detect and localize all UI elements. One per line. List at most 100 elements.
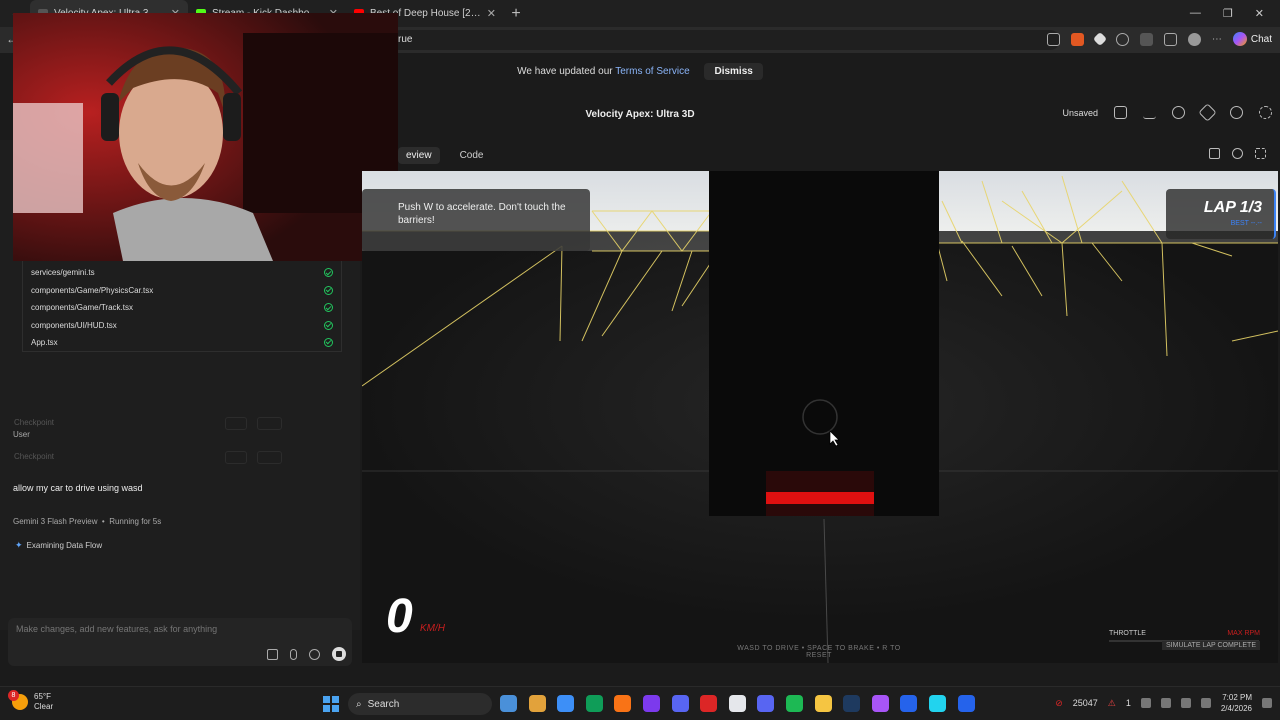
extension-icon[interactable]: [1092, 31, 1107, 47]
dismiss-button[interactable]: Dismiss: [704, 63, 763, 80]
pinned-app-icon[interactable]: [900, 695, 918, 712]
time: 7:02 PM: [1222, 693, 1252, 702]
copilot-icon: [1232, 32, 1247, 46]
pinned-app-icon[interactable]: [728, 695, 746, 712]
volume-icon[interactable]: [1200, 698, 1211, 708]
checkpoint-actions: [225, 417, 283, 430]
checkpoint-restore-button[interactable]: [257, 417, 283, 430]
microphone-icon[interactable]: [1160, 698, 1171, 708]
pinned-app-icon[interactable]: [957, 695, 975, 712]
hide-icon[interactable]: [1259, 106, 1272, 119]
checkpoint-view-button[interactable]: [225, 451, 248, 464]
download-icon[interactable]: [1143, 106, 1156, 119]
file-item[interactable]: components/Game/Track.tsx: [23, 299, 341, 316]
close-window-icon[interactable]: ✕: [1255, 7, 1264, 20]
app-title: Velocity Apex: Ultra 3D: [585, 109, 695, 120]
file-item[interactable]: services/gemini.ts: [23, 264, 341, 281]
pinned-app-icon[interactable]: [757, 695, 775, 712]
weather-condition: Clear: [34, 702, 54, 711]
favorites-icon[interactable]: [1163, 32, 1177, 46]
check-circle-icon: [324, 268, 333, 278]
pinned-app-icon[interactable]: [871, 695, 889, 712]
share-icon[interactable]: [1230, 106, 1243, 119]
user-label: User: [13, 430, 30, 439]
running-time: Running for 5s: [109, 517, 162, 526]
hint-message: Push W to accelerate. Don't touch the ba…: [398, 202, 566, 226]
address-bar[interactable]: rue: [390, 30, 1060, 50]
github-icon[interactable]: [1172, 106, 1185, 119]
check-circle-icon: [324, 320, 333, 330]
alert-count: 1: [1125, 698, 1131, 708]
file-name: components/UI/HUD.tsx: [31, 320, 117, 330]
copilot-chat-button[interactable]: Chat: [1232, 32, 1272, 46]
microphone-icon[interactable]: [290, 648, 297, 660]
checkpoint-restore-button[interactable]: [257, 451, 283, 464]
profile-avatar-icon[interactable]: [1187, 32, 1201, 46]
model-name: Gemini 3 Flash Preview: [13, 517, 98, 526]
refresh-extension-icon[interactable]: [1115, 32, 1129, 46]
save-icon[interactable]: [1114, 106, 1127, 119]
deploy-rocket-icon[interactable]: [1198, 103, 1217, 122]
file-item[interactable]: App.tsx: [23, 334, 341, 351]
magic-wand-icon[interactable]: [267, 648, 278, 660]
file-name: components/Game/PhysicsCar.tsx: [31, 285, 154, 295]
notifications-icon[interactable]: [1262, 698, 1272, 708]
check-circle-icon: [324, 303, 333, 313]
pinned-app-icon[interactable]: [671, 695, 689, 712]
throttle-label: THROTTLE: [1109, 630, 1146, 637]
extension-icon[interactable]: [1070, 32, 1084, 46]
weather-widget[interactable]: 8 65°F Clear: [8, 690, 54, 712]
pinned-app-icon[interactable]: [928, 695, 946, 712]
restore-icon[interactable]: ❐: [1223, 7, 1233, 20]
view-tabs: eview Code: [398, 147, 483, 164]
prompt-input[interactable]: [16, 624, 336, 634]
lap-label: LAP 1/3: [1203, 199, 1262, 216]
pinned-app-icon[interactable]: [814, 695, 832, 712]
extensions-puzzle-icon[interactable]: [1139, 32, 1153, 46]
pinned-app-icon[interactable]: [700, 695, 718, 712]
file-item[interactable]: components/UI/HUD.tsx: [23, 316, 341, 333]
warning-icon[interactable]: ⚠: [1108, 698, 1116, 709]
file-name: App.tsx: [31, 337, 58, 347]
windows-taskbar: 8 65°F Clear ⌕ Search ⊘ 25047 ⚠ 1 7:02 P…: [0, 686, 1280, 720]
sparkle-icon: ✦: [15, 540, 23, 550]
new-tab-icon[interactable]: +: [504, 5, 528, 23]
minimize-icon[interactable]: —: [1190, 7, 1201, 20]
clock[interactable]: 7:02 PM 2/4/2026: [1221, 692, 1252, 714]
add-icon[interactable]: [309, 648, 320, 660]
file-item[interactable]: components/Game/PhysicsCar.tsx: [23, 282, 341, 299]
pinned-app-icon[interactable]: [557, 695, 575, 712]
reload-preview-icon[interactable]: [1232, 148, 1243, 159]
chevron-up-icon[interactable]: [1140, 698, 1151, 708]
wifi-icon[interactable]: [1180, 698, 1191, 708]
favorite-star-icon[interactable]: [1046, 32, 1060, 46]
pinned-app-icon[interactable]: [843, 695, 861, 712]
model-status: Gemini 3 Flash Preview • Running for 5s: [13, 517, 162, 526]
pinned-app-icon[interactable]: [585, 695, 603, 712]
tos-link[interactable]: Terms of Service: [615, 66, 689, 77]
pinned-app-icon[interactable]: [785, 695, 803, 712]
search-label: Search: [367, 698, 400, 710]
pinned-app-icon[interactable]: [642, 695, 660, 712]
stop-button[interactable]: [332, 647, 346, 661]
pinned-app-icon[interactable]: [528, 695, 546, 712]
pinned-app-icon[interactable]: [500, 695, 517, 712]
notification-badge: 8: [8, 690, 19, 701]
tab-close-icon[interactable]: ✕: [487, 7, 496, 20]
checkpoint-view-button[interactable]: [225, 417, 248, 430]
fullscreen-icon[interactable]: [1255, 148, 1266, 159]
start-button-icon[interactable]: [323, 696, 339, 712]
device-preview-icon[interactable]: [1209, 148, 1220, 159]
game-preview-canvas[interactable]: Push W to accelerate. Don't touch the ba…: [362, 171, 1278, 663]
thinking-step[interactable]: ✦ Examining Data Flow: [15, 540, 102, 551]
taskbar-search[interactable]: ⌕ Search: [348, 693, 492, 715]
pinned-app-icon[interactable]: [614, 695, 632, 712]
speedometer-value: 0: [386, 590, 413, 643]
tab-code[interactable]: Code: [460, 147, 484, 164]
alert-icon[interactable]: ⊘: [1055, 698, 1063, 709]
more-menu-icon[interactable]: ⋯: [1212, 34, 1222, 45]
viewer-count: 25047: [1072, 698, 1098, 708]
simulate-lap-button[interactable]: SIMULATE LAP COMPLETE: [1162, 641, 1260, 650]
tab-preview[interactable]: eview: [398, 147, 440, 164]
prompt-box: [8, 618, 352, 666]
